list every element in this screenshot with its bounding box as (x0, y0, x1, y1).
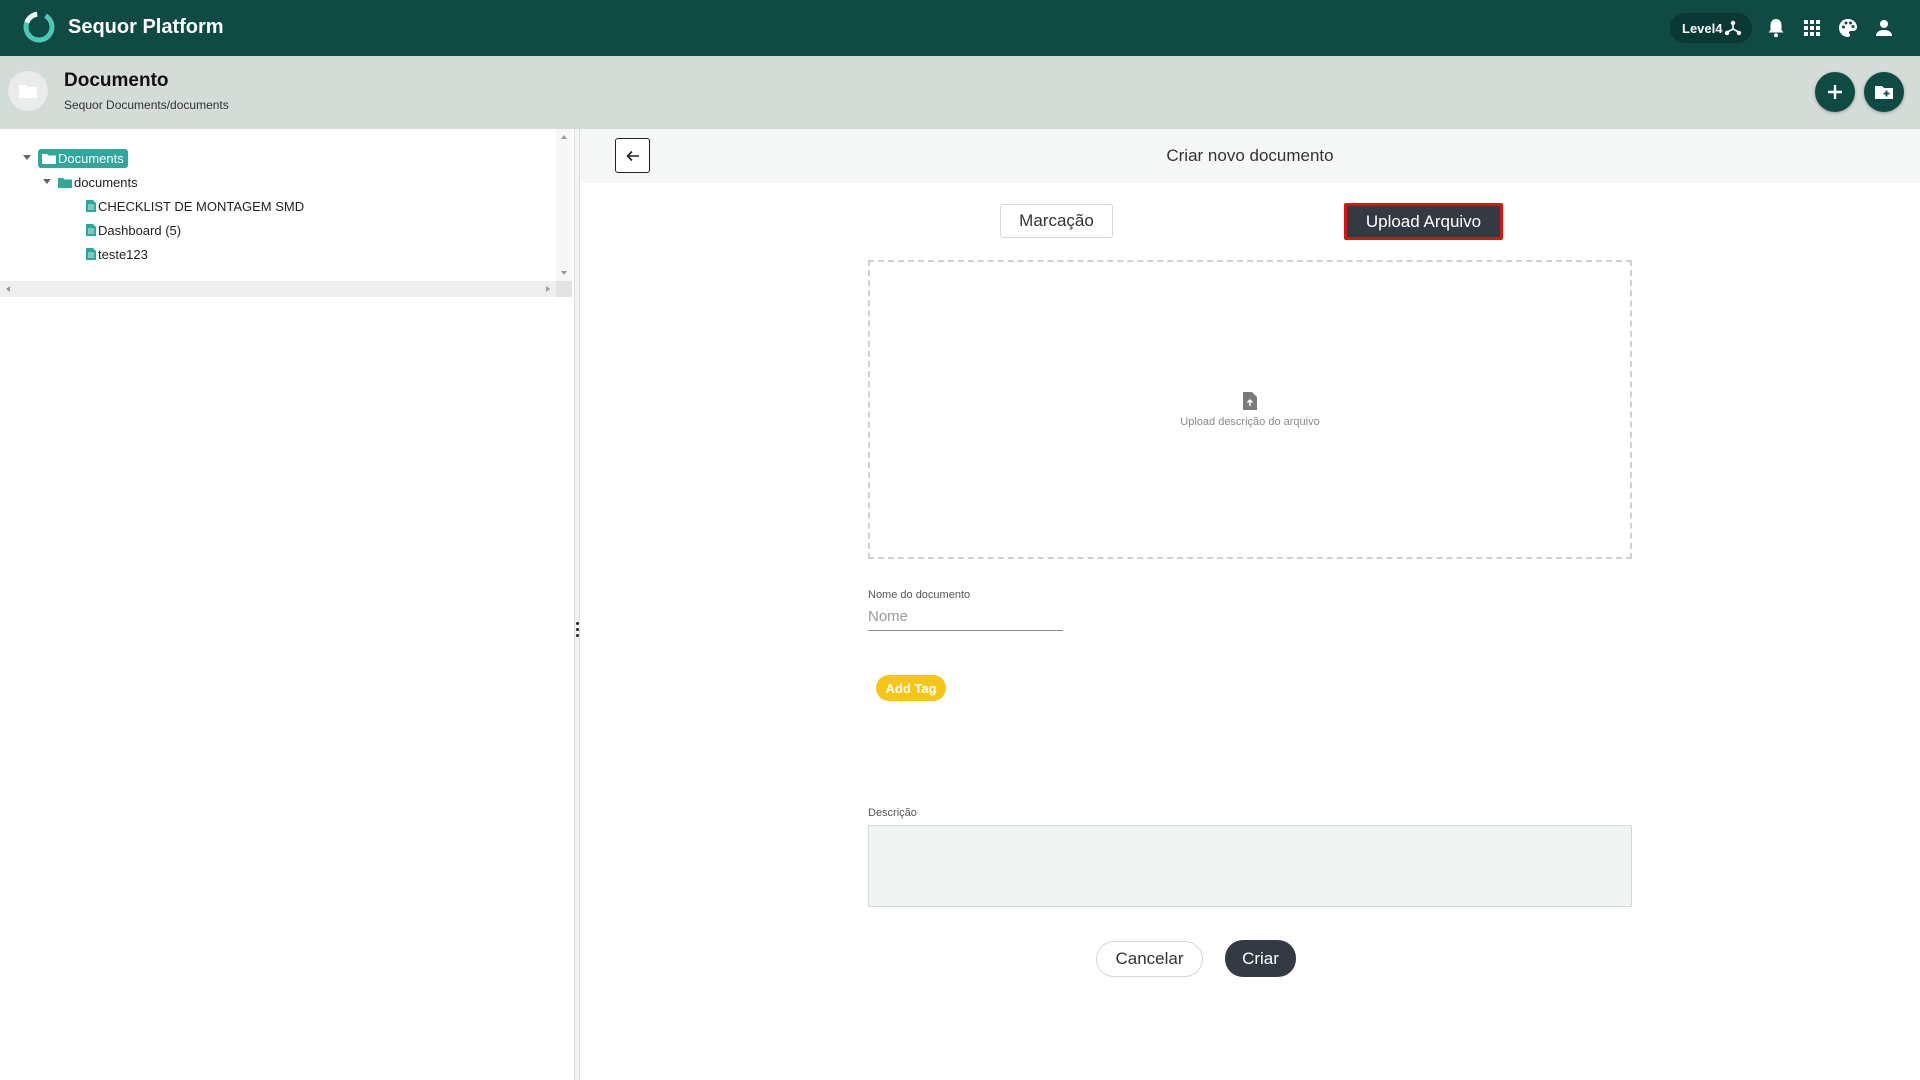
theme-button[interactable] (1835, 15, 1861, 41)
tree-file-label: teste123 (98, 246, 148, 262)
sequor-logo-icon (23, 11, 55, 43)
level-label: Level4 (1682, 20, 1723, 36)
tree-root-label[interactable]: Documents (38, 148, 128, 168)
tree-node-folder[interactable]: documents (42, 171, 138, 193)
folder-icon (42, 153, 56, 164)
network-icon (1724, 20, 1742, 36)
tree-file-label: CHECKLIST DE MONTAGEM SMD (98, 198, 305, 214)
drag-handle-icon[interactable] (576, 622, 579, 640)
document-name-label: Nome do documento (868, 589, 971, 601)
tree-file-item[interactable]: Dashboard (5) (86, 219, 181, 241)
plus-icon (1828, 85, 1842, 99)
scroll-down-icon[interactable] (556, 267, 572, 279)
bell-icon (1768, 19, 1784, 38)
folder-icon (58, 177, 72, 188)
document-tree-panel: Documents documents CHECKLIST DE MONTAGE… (0, 129, 574, 1080)
add-tag-button[interactable]: Add Tag (876, 675, 946, 701)
add-folder-icon (1875, 86, 1893, 99)
create-document-panel: Criar novo documento Marcação Upload Arq… (580, 129, 1920, 1080)
scroll-up-icon[interactable] (556, 131, 572, 143)
app-title[interactable]: Sequor Platform (68, 16, 224, 39)
tree-file-item[interactable]: CHECKLIST DE MONTAGEM SMD (86, 195, 304, 217)
create-button[interactable]: Criar (1225, 940, 1296, 977)
top-navigation-bar: Sequor Platform Level4 (0, 0, 1920, 56)
caret-down-icon[interactable] (22, 153, 32, 163)
file-dropzone[interactable]: Upload descrição do arquivo (868, 260, 1632, 559)
description-label: Descrição (868, 807, 917, 819)
folder-avatar (8, 71, 48, 111)
form-header: Criar novo documento (580, 129, 1920, 183)
tree-file-label: Dashboard (5) (98, 222, 182, 238)
page-title: Documento (64, 70, 169, 91)
tree-node-root[interactable]: Documents (22, 147, 128, 169)
file-upload-icon (1243, 391, 1257, 410)
document-name-input[interactable] (868, 603, 1063, 631)
document-icon (86, 248, 96, 260)
scrollbar-corner (556, 281, 572, 297)
level-selector[interactable]: Level4 (1670, 13, 1752, 43)
tree-view: Documents documents CHECKLIST DE MONTAGE… (0, 129, 574, 297)
apps-button[interactable] (1799, 15, 1825, 41)
apps-grid-icon (1804, 20, 1820, 36)
palette-icon (1839, 19, 1857, 37)
cancel-button[interactable]: Cancelar (1096, 941, 1203, 977)
new-folder-button[interactable] (1864, 72, 1904, 112)
notifications-button[interactable] (1763, 15, 1789, 41)
add-button[interactable] (1815, 72, 1855, 112)
horizontal-scrollbar[interactable] (0, 281, 556, 297)
breadcrumb: Sequor Documents/documents (64, 98, 229, 112)
caret-down-icon[interactable] (42, 177, 52, 187)
vertical-scrollbar[interactable] (556, 129, 572, 281)
dropzone-text: Upload descrição do arquivo (1180, 415, 1320, 428)
document-icon (86, 200, 96, 212)
scroll-left-icon[interactable] (2, 281, 14, 297)
tab-markup[interactable]: Marcação (1000, 204, 1113, 238)
user-icon (1876, 20, 1892, 36)
folder-icon (19, 85, 37, 98)
scroll-right-icon[interactable] (542, 281, 554, 297)
tree-folder-label: documents (74, 174, 138, 190)
document-icon (86, 224, 96, 236)
tree-file-item[interactable]: teste123 (86, 243, 148, 265)
page-header: Documento Sequor Documents/documents (0, 56, 1920, 129)
description-textarea[interactable] (868, 825, 1632, 907)
tab-upload-file[interactable]: Upload Arquivo (1344, 203, 1503, 240)
user-menu-button[interactable] (1871, 15, 1897, 41)
form-title: Criar novo documento (1166, 146, 1334, 165)
